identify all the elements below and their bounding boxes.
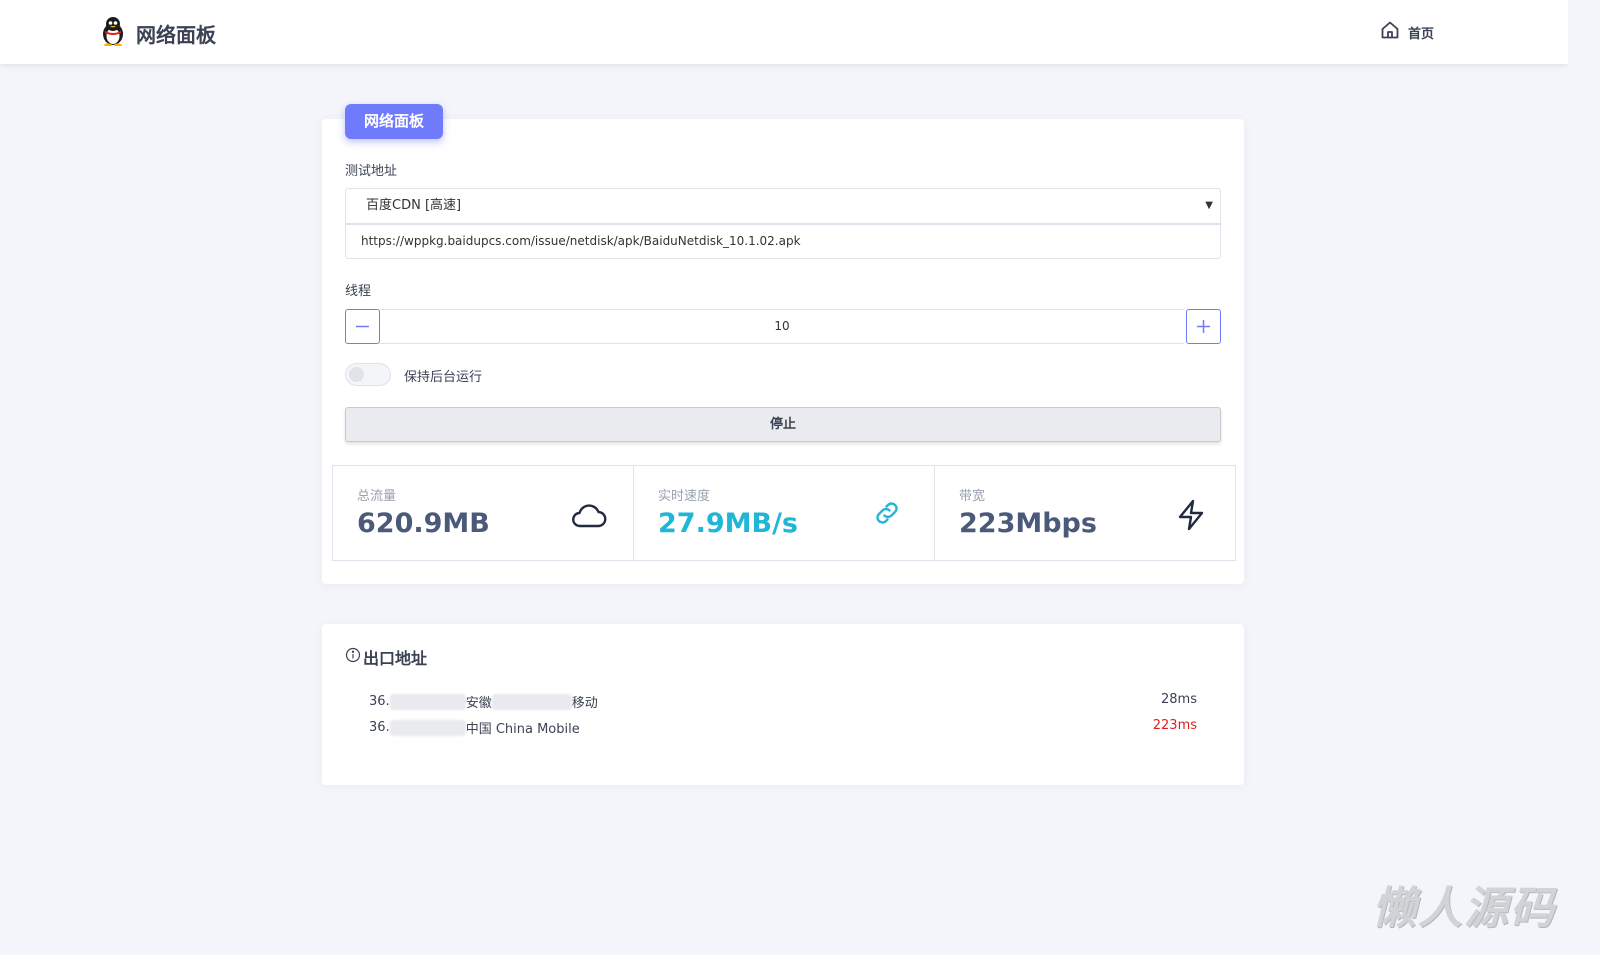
stat-value: 223Mbps xyxy=(959,508,1097,539)
exit-ip-prefix: 36. xyxy=(369,694,390,709)
lightning-icon xyxy=(1175,498,1207,536)
stat-label: 总流量 xyxy=(357,489,397,504)
exit-latency: 223ms xyxy=(1152,718,1197,733)
exit-row: 36. 中国 China Mobile 223ms xyxy=(369,718,1197,738)
threads-increment-button[interactable] xyxy=(1186,309,1221,344)
exit-row: 36. 安徽 移动 28ms xyxy=(369,692,1197,712)
watermark: 懒人源码 xyxy=(1372,883,1556,934)
redacted-ip xyxy=(389,719,466,736)
penguin-icon xyxy=(100,16,126,50)
page-scrollbar[interactable] xyxy=(1568,0,1600,955)
info-icon xyxy=(345,647,361,667)
top-navbar: 网络面板 首页 xyxy=(0,0,1568,64)
exit-region: 安徽 xyxy=(465,696,492,711)
threads-decrement-button[interactable] xyxy=(345,309,380,344)
test-source-select[interactable]: 百度CDN [高速] ▼ xyxy=(345,188,1221,224)
test-address-label: 测试地址 xyxy=(345,164,398,179)
nav-home-link[interactable]: 首页 xyxy=(1380,20,1434,44)
redacted-ip xyxy=(389,693,466,710)
minus-icon xyxy=(356,325,369,328)
exit-isp: 移动 xyxy=(571,696,598,711)
brand-title: 网络面板 xyxy=(136,22,216,47)
test-source-selected: 百度CDN [高速] xyxy=(366,198,462,213)
stat-label: 带宽 xyxy=(959,489,986,504)
test-url-value: https://wppkg.baidupcs.com/issue/netdisk… xyxy=(361,234,801,248)
exit-ip-prefix: 36. xyxy=(369,720,390,735)
toggle-knob xyxy=(349,367,364,382)
stat-value: 620.9MB xyxy=(357,508,490,539)
chevron-down-icon: ▼ xyxy=(1205,200,1213,211)
exit-region: 中国 China Mobile xyxy=(465,722,580,737)
brand[interactable]: 网络面板 xyxy=(100,16,216,50)
nav-home-label: 首页 xyxy=(1408,26,1435,42)
home-icon xyxy=(1380,20,1400,44)
exit-address-title: 出口地址 xyxy=(345,645,427,669)
plus-icon xyxy=(1197,320,1210,333)
keep-background-toggle[interactable] xyxy=(345,363,391,386)
stat-value: 27.9MB/s xyxy=(658,508,798,539)
test-url-input[interactable]: https://wppkg.baidupcs.com/issue/netdisk… xyxy=(345,224,1221,259)
threads-input[interactable]: 10 xyxy=(380,309,1184,344)
redacted-region xyxy=(491,693,572,710)
exit-row-address: 36. 中国 China Mobile xyxy=(369,718,580,737)
link-icon xyxy=(872,498,902,532)
panel-tag: 网络面板 xyxy=(345,104,443,139)
stat-label: 实时速度 xyxy=(658,489,711,504)
cloud-icon xyxy=(571,500,607,534)
threads-label: 线程 xyxy=(345,284,372,299)
stat-total-traffic: 总流量 620.9MB xyxy=(332,465,634,561)
keep-background-label: 保持后台运行 xyxy=(404,370,483,385)
stat-bandwidth: 带宽 223Mbps xyxy=(934,465,1236,561)
stop-button[interactable]: 停止 xyxy=(345,407,1221,442)
exit-latency: 28ms xyxy=(1161,692,1197,707)
stat-realtime-speed: 实时速度 27.9MB/s xyxy=(633,465,935,561)
exit-row-address: 36. 安徽 移动 xyxy=(369,692,598,711)
exit-address-title-text: 出口地址 xyxy=(363,649,428,668)
